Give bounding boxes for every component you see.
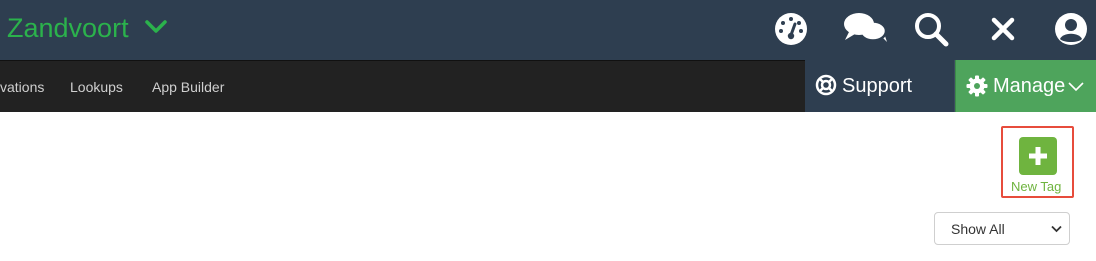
top-header-bar: Zandvoort [0, 0, 1096, 60]
new-tag-label[interactable]: New Tag [1011, 179, 1061, 194]
support-button[interactable]: Support [805, 60, 955, 112]
manage-label: Manage [993, 75, 1066, 97]
dashboard-gauge-icon[interactable] [773, 11, 809, 47]
nav-item-lookups[interactable]: Lookups [70, 78, 123, 96]
manage-button[interactable]: Manage [955, 60, 1096, 112]
close-icon[interactable] [985, 11, 1021, 47]
filter-selected-value: Show All [951, 221, 1005, 237]
plus-icon [1029, 147, 1047, 165]
site-title[interactable]: Zandvoort [7, 11, 129, 45]
search-icon[interactable] [913, 11, 949, 47]
main-nav-bar: vations Lookups App Builder [0, 60, 805, 112]
nav-item-app-builder[interactable]: App Builder [152, 78, 224, 96]
chevron-down-icon [1051, 225, 1062, 233]
user-avatar-icon[interactable] [1053, 11, 1089, 47]
chevron-down-icon[interactable] [144, 17, 168, 37]
show-filter-select[interactable]: Show All [934, 212, 1070, 245]
support-label: Support [842, 75, 913, 97]
nav-item-innovations[interactable]: vations [0, 78, 44, 96]
chat-bubbles-icon[interactable] [843, 11, 887, 47]
gear-icon [966, 75, 988, 97]
life-ring-icon [815, 74, 837, 96]
new-tag-button[interactable] [1019, 137, 1057, 175]
chevron-down-icon [1068, 82, 1084, 92]
